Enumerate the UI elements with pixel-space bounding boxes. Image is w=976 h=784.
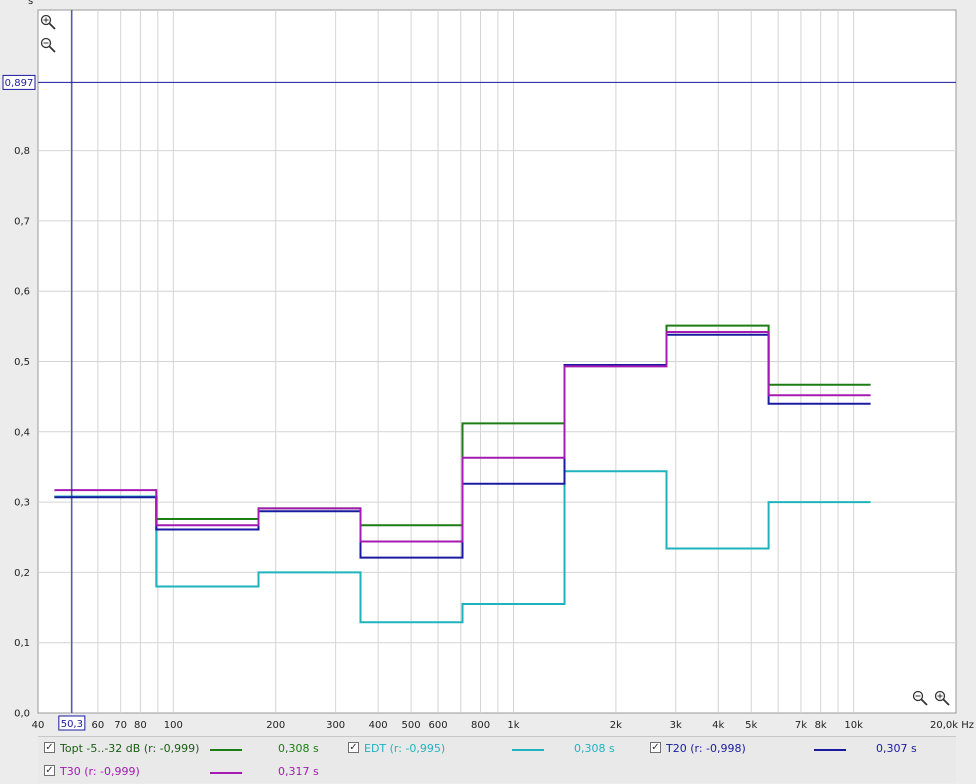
x-tick-label: 300 (326, 720, 345, 731)
y-tick-label: 0,7 (14, 216, 30, 227)
x-tick-label: 100 (164, 720, 183, 731)
legend-swatch (210, 772, 242, 774)
y-tick-label: 0,3 (14, 498, 30, 509)
legend-label: T30 (r: -0,999) (60, 765, 140, 778)
legend-label: Topt -5..-32 dB (r: -0,999) (60, 742, 200, 755)
x-tick-label: 400 (369, 720, 388, 731)
y-tick-labels: 0,0 0,1 0,2 0,3 0,4 0,5 0,6 0,7 0,8 (14, 146, 30, 719)
x-zoom-in-icon[interactable] (934, 690, 950, 706)
x-tick-label: 500 (402, 720, 421, 731)
x-tick-label: 1k (507, 720, 519, 731)
x-tick-label: 40 (32, 720, 45, 731)
legend: ✓ Topt -5..-32 dB (r: -0,999) 0,308 s ✓ … (38, 736, 956, 783)
x-tick-label: 8k (815, 720, 827, 731)
x-tick-label: 70 (114, 720, 127, 731)
y-unit-label: s (28, 0, 33, 7)
legend-swatch (814, 749, 846, 751)
x-zoom-out-icon[interactable] (912, 690, 928, 706)
x-end-label: 20,0k Hz (930, 720, 974, 731)
legend-swatch (210, 749, 242, 751)
y-tick-label: 0,5 (14, 357, 30, 368)
checkbox-t20[interactable]: ✓ (650, 742, 661, 753)
x-tick-label: 4k (712, 720, 724, 731)
x-tick-label: 5k (745, 720, 757, 731)
y-tick-label: 0,8 (14, 146, 30, 157)
zoom-in-icon[interactable] (40, 14, 56, 30)
x-tick-label: 2k (610, 720, 622, 731)
checkbox-t30[interactable]: ✓ (44, 765, 55, 776)
x-tick-labels: 40 60 70 80 100 200 300 400 500 600 800 1k 2k 3k 4k 5k 7… (32, 720, 974, 731)
x-tick-label: 3k (670, 720, 682, 731)
x-tick-label: 800 (471, 720, 490, 731)
x-tick-label: 60 (92, 720, 105, 731)
legend-swatch (512, 749, 544, 751)
y-tick-label: 0,0 (14, 709, 30, 720)
x-tick-label: 80 (134, 720, 147, 731)
legend-item-t30[interactable]: ✓ T30 (r: -0,999) 0,317 s (44, 762, 334, 782)
zoom-out-icon[interactable] (40, 37, 56, 53)
legend-item-edt[interactable]: ✓ EDT (r: -0,995) 0,308 s (348, 739, 638, 759)
y-tick-label: 0,6 (14, 287, 30, 298)
checkbox-edt[interactable]: ✓ (348, 742, 359, 753)
legend-item-t20[interactable]: ✓ T20 (r: -0,998) 0,307 s (650, 739, 950, 759)
legend-value: 0,307 s (876, 742, 917, 755)
checkbox-topt[interactable]: ✓ (44, 742, 55, 753)
y-tick-label: 0,2 (14, 568, 30, 579)
legend-value: 0,308 s (278, 742, 319, 755)
legend-label: T20 (r: -0,998) (666, 742, 746, 755)
cursor-x-label: 50,3 (61, 719, 83, 730)
cursor-y-label: 0,897 (5, 78, 34, 89)
x-tick-label: 7k (795, 720, 807, 731)
legend-value: 0,317 s (278, 765, 319, 778)
y-tick-label: 0,4 (14, 427, 30, 438)
legend-item-topt[interactable]: ✓ Topt -5..-32 dB (r: -0,999) 0,308 s (44, 739, 334, 759)
x-tick-label: 600 (428, 720, 447, 731)
legend-value: 0,308 s (574, 742, 615, 755)
legend-label: EDT (r: -0,995) (364, 742, 446, 755)
x-tick-label: 200 (266, 720, 285, 731)
y-tick-label: 0,1 (14, 638, 30, 649)
rt-chart[interactable]: 0,0 0,1 0,2 0,3 0,4 0,5 0,6 0,7 0,8 40 60 70 80 100 2… (0, 0, 976, 736)
x-tick-label: 10k (844, 720, 863, 731)
